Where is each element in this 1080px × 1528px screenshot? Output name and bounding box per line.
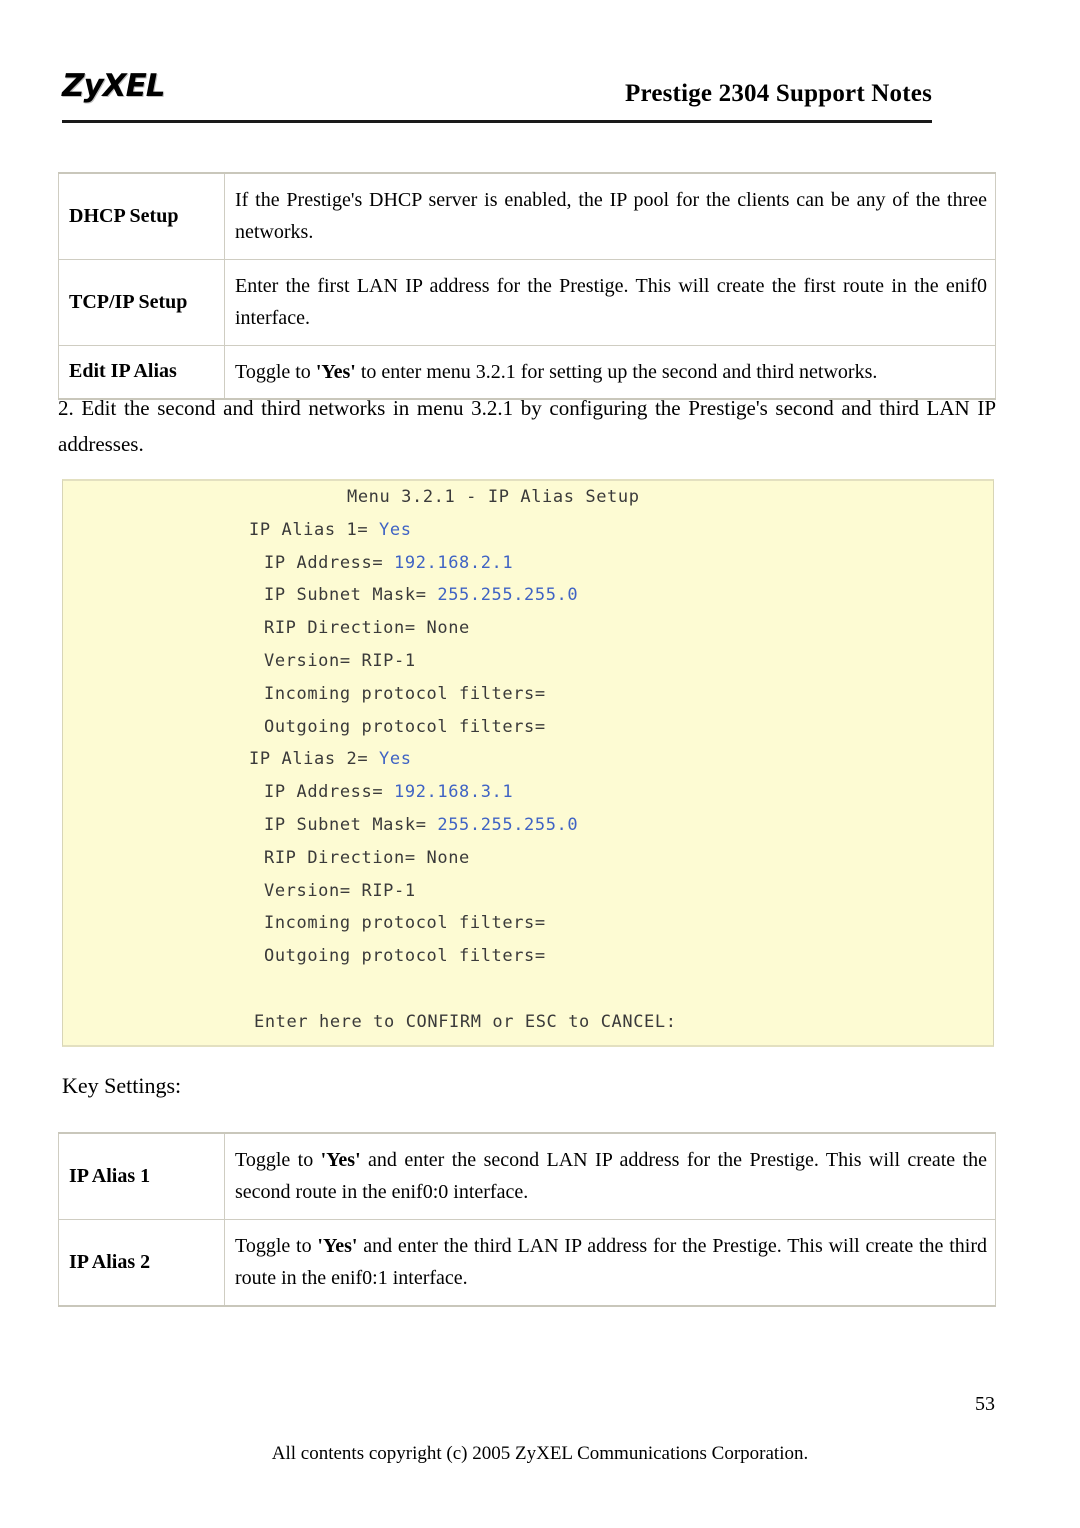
cli-prompt-line: Enter here to CONFIRM or ESC to CANCEL: bbox=[254, 1011, 677, 1032]
cli-line: IP Address= 192.168.2.1 bbox=[63, 547, 993, 580]
cli-line: Outgoing protocol filters= bbox=[63, 711, 993, 744]
cli-menu-title: Menu 3.2.1 - IP Alias Setup bbox=[347, 487, 640, 507]
header-divider bbox=[62, 120, 932, 123]
zyxel-logo: ZyXEL bbox=[62, 68, 166, 104]
cli-line-value: 192.168.3.1 bbox=[394, 782, 514, 803]
cli-blank-line bbox=[63, 973, 993, 1006]
cli-line-label: Version= RIP-1 bbox=[264, 880, 416, 901]
cli-line-value: 255.255.255.0 bbox=[437, 814, 579, 835]
page-header: ZyXEL Prestige 2304 Support Notes bbox=[62, 62, 932, 120]
document-title: Prestige 2304 Support Notes bbox=[625, 80, 932, 107]
row-value: Enter the first LAN IP address for the P… bbox=[224, 258, 996, 346]
cli-line: Version= RIP-1 bbox=[63, 645, 993, 678]
cli-line-label: IP Address= bbox=[264, 552, 384, 573]
cli-line-label: Incoming protocol filters= bbox=[264, 683, 546, 704]
cli-line-spacer bbox=[427, 585, 438, 605]
cli-line: RIP Direction= None bbox=[63, 842, 993, 875]
row-value-pre: Toggle to bbox=[235, 360, 316, 383]
cli-line-spacer bbox=[383, 782, 394, 802]
cli-line-spacer bbox=[427, 815, 438, 835]
settings-table-top: DHCP Setup If the Prestige's DHCP server… bbox=[58, 172, 996, 400]
cli-line-label: IP Address= bbox=[264, 782, 384, 803]
cli-line-spacer bbox=[383, 553, 394, 573]
cli-line-label: IP Alias 2= bbox=[249, 749, 369, 770]
row-value: If the Prestige's DHCP server is enabled… bbox=[224, 172, 996, 260]
row-value-pre: Toggle to bbox=[235, 1149, 321, 1171]
cli-line-label: Version= RIP-1 bbox=[264, 650, 416, 671]
cli-line: IP Alias 1= Yes bbox=[63, 514, 993, 547]
cli-line: IP Alias 2= Yes bbox=[63, 743, 993, 776]
instruction-paragraph: 2. Edit the second and third networks in… bbox=[58, 396, 996, 457]
cli-line-label: RIP Direction= None bbox=[264, 847, 470, 868]
row-key: TCP/IP Setup bbox=[58, 258, 225, 346]
table-row: TCP/IP Setup Enter the first LAN IP addr… bbox=[58, 258, 996, 346]
settings-table-bottom: IP Alias 1 Toggle to 'Yes' and enter the… bbox=[58, 1132, 996, 1307]
row-key: IP Alias 1 bbox=[58, 1132, 225, 1220]
row-value-emphasis: 'Yes' bbox=[320, 1149, 361, 1171]
cli-line: IP Subnet Mask= 255.255.255.0 bbox=[63, 809, 993, 842]
cli-line-spacer bbox=[368, 749, 379, 769]
cli-line-label: Outgoing protocol filters= bbox=[264, 716, 546, 737]
cli-line-value: Yes bbox=[379, 749, 412, 770]
cli-line-label: IP Subnet Mask= bbox=[264, 585, 427, 606]
cli-line-value: 192.168.2.1 bbox=[394, 552, 514, 573]
row-value-emphasis: 'Yes' bbox=[315, 360, 356, 383]
row-value: Toggle to 'Yes' and enter the third LAN … bbox=[224, 1218, 996, 1307]
row-key: IP Alias 2 bbox=[58, 1218, 225, 1307]
table-row: IP Alias 2 Toggle to 'Yes' and enter the… bbox=[58, 1218, 996, 1307]
cli-line: IP Address= 192.168.3.1 bbox=[63, 776, 993, 809]
copyright-notice: All contents copyright (c) 2005 ZyXEL Co… bbox=[271, 1443, 809, 1464]
cli-line-spacer bbox=[368, 520, 379, 540]
cli-line: IP Subnet Mask= 255.255.255.0 bbox=[63, 579, 993, 612]
cli-line: Incoming protocol filters= bbox=[63, 678, 993, 711]
row-value-post: to enter menu 3.2.1 for setting up the s… bbox=[355, 360, 878, 383]
cli-line: Outgoing protocol filters= bbox=[63, 940, 993, 973]
cli-line-label: Outgoing protocol filters= bbox=[264, 946, 546, 967]
cli-line-label: IP Subnet Mask= bbox=[264, 814, 427, 835]
cli-line: Version= RIP-1 bbox=[63, 875, 993, 908]
row-key: DHCP Setup bbox=[58, 172, 225, 260]
table-row: DHCP Setup If the Prestige's DHCP server… bbox=[58, 172, 996, 260]
cli-line-label: Incoming protocol filters= bbox=[264, 913, 546, 934]
page-number: 53 bbox=[975, 1393, 995, 1415]
row-value-pre: Toggle to bbox=[235, 1234, 318, 1257]
table-row: IP Alias 1 Toggle to 'Yes' and enter the… bbox=[58, 1132, 996, 1220]
key-settings-caption: Key Settings: bbox=[62, 1073, 182, 1098]
row-value-emphasis: 'Yes' bbox=[317, 1234, 358, 1257]
cli-line-value: Yes bbox=[379, 519, 412, 540]
cli-line-list: IP Alias 1= Yes IP Address= 192.168.2.1 IP… bbox=[63, 514, 993, 973]
cli-menu-screenshot: Menu 3.2.1 - IP Alias Setup IP Alias 1= … bbox=[62, 479, 994, 1047]
cli-line: RIP Direction= None bbox=[63, 612, 993, 645]
cli-line-label: RIP Direction= None bbox=[264, 618, 470, 639]
cli-line-label: IP Alias 1= bbox=[249, 519, 369, 540]
cli-line: Incoming protocol filters= bbox=[63, 907, 993, 940]
row-value: Toggle to 'Yes' and enter the second LAN… bbox=[224, 1132, 996, 1220]
cli-line-value: 255.255.255.0 bbox=[437, 585, 579, 606]
